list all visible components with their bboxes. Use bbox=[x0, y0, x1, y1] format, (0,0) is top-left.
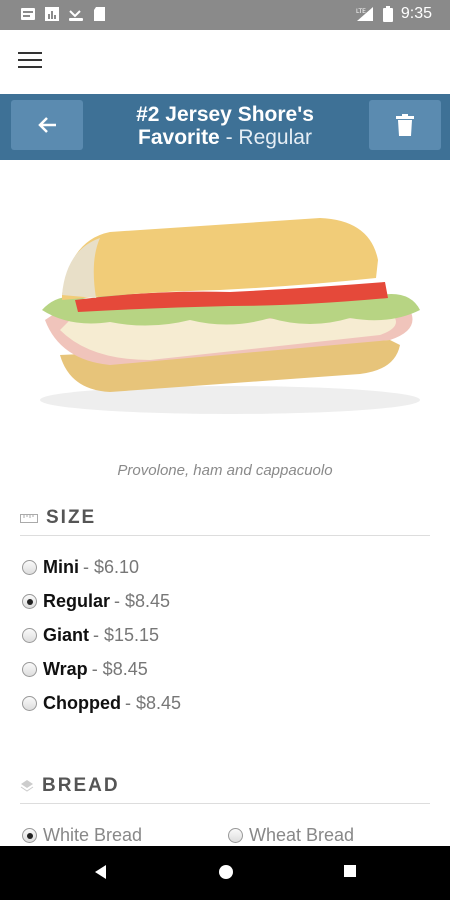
home-circle-icon[interactable] bbox=[217, 863, 235, 881]
bread-option-wheat[interactable]: Wheat Bread bbox=[228, 825, 354, 846]
svg-text:LTE: LTE bbox=[356, 8, 366, 15]
navigation-bar bbox=[0, 846, 450, 900]
radio-button-selected[interactable] bbox=[22, 594, 37, 609]
missed-call-icon bbox=[69, 10, 83, 21]
ruler-icon bbox=[20, 514, 38, 523]
size-option-regular[interactable]: Regular - $8.45 bbox=[22, 591, 170, 612]
radio-button[interactable] bbox=[228, 828, 243, 843]
arrow-left-icon bbox=[38, 117, 56, 133]
layers-icon bbox=[20, 780, 34, 792]
radio-button[interactable] bbox=[22, 560, 37, 575]
item-header: #2 Jersey Shore's Favorite - Regular bbox=[0, 94, 450, 160]
delete-button[interactable] bbox=[369, 100, 441, 150]
back-button[interactable] bbox=[11, 100, 83, 150]
size-section-header: SIZE bbox=[20, 507, 430, 536]
status-bar: LTE 9:35 bbox=[0, 0, 450, 30]
radio-button-selected[interactable] bbox=[22, 828, 37, 843]
item-size: - Regular bbox=[219, 126, 312, 149]
recents-square-icon[interactable] bbox=[342, 863, 358, 879]
back-triangle-icon[interactable] bbox=[92, 863, 108, 881]
size-option-chopped[interactable]: Chopped - $8.45 bbox=[22, 693, 181, 714]
sd-card-icon bbox=[94, 7, 105, 21]
bread-option-white[interactable]: White Bread bbox=[22, 825, 142, 846]
item-title: #2 Jersey Shore's Favorite - Regular bbox=[95, 103, 355, 149]
size-section-title: SIZE bbox=[46, 507, 97, 528]
bread-section-header: BREAD bbox=[20, 775, 430, 804]
battery-icon bbox=[382, 6, 393, 22]
radio-button[interactable] bbox=[22, 662, 37, 677]
size-option-mini[interactable]: Mini - $6.10 bbox=[22, 557, 139, 578]
trash-icon bbox=[396, 114, 414, 136]
news-notification-icon bbox=[21, 8, 35, 20]
menu-icon[interactable] bbox=[18, 52, 42, 72]
status-time: 9:35 bbox=[400, 5, 432, 22]
chart-notification-icon bbox=[45, 7, 59, 21]
radio-button[interactable] bbox=[22, 696, 37, 711]
sandwich-image bbox=[0, 160, 450, 450]
app-bar bbox=[0, 30, 450, 94]
item-description: Provolone, ham and cappacuolo bbox=[117, 462, 333, 479]
size-option-giant[interactable]: Giant - $15.15 bbox=[22, 625, 159, 646]
bread-section-title: BREAD bbox=[42, 775, 120, 796]
radio-button[interactable] bbox=[22, 628, 37, 643]
signal-icon: LTE bbox=[356, 7, 373, 21]
size-option-wrap[interactable]: Wrap - $8.45 bbox=[22, 659, 148, 680]
